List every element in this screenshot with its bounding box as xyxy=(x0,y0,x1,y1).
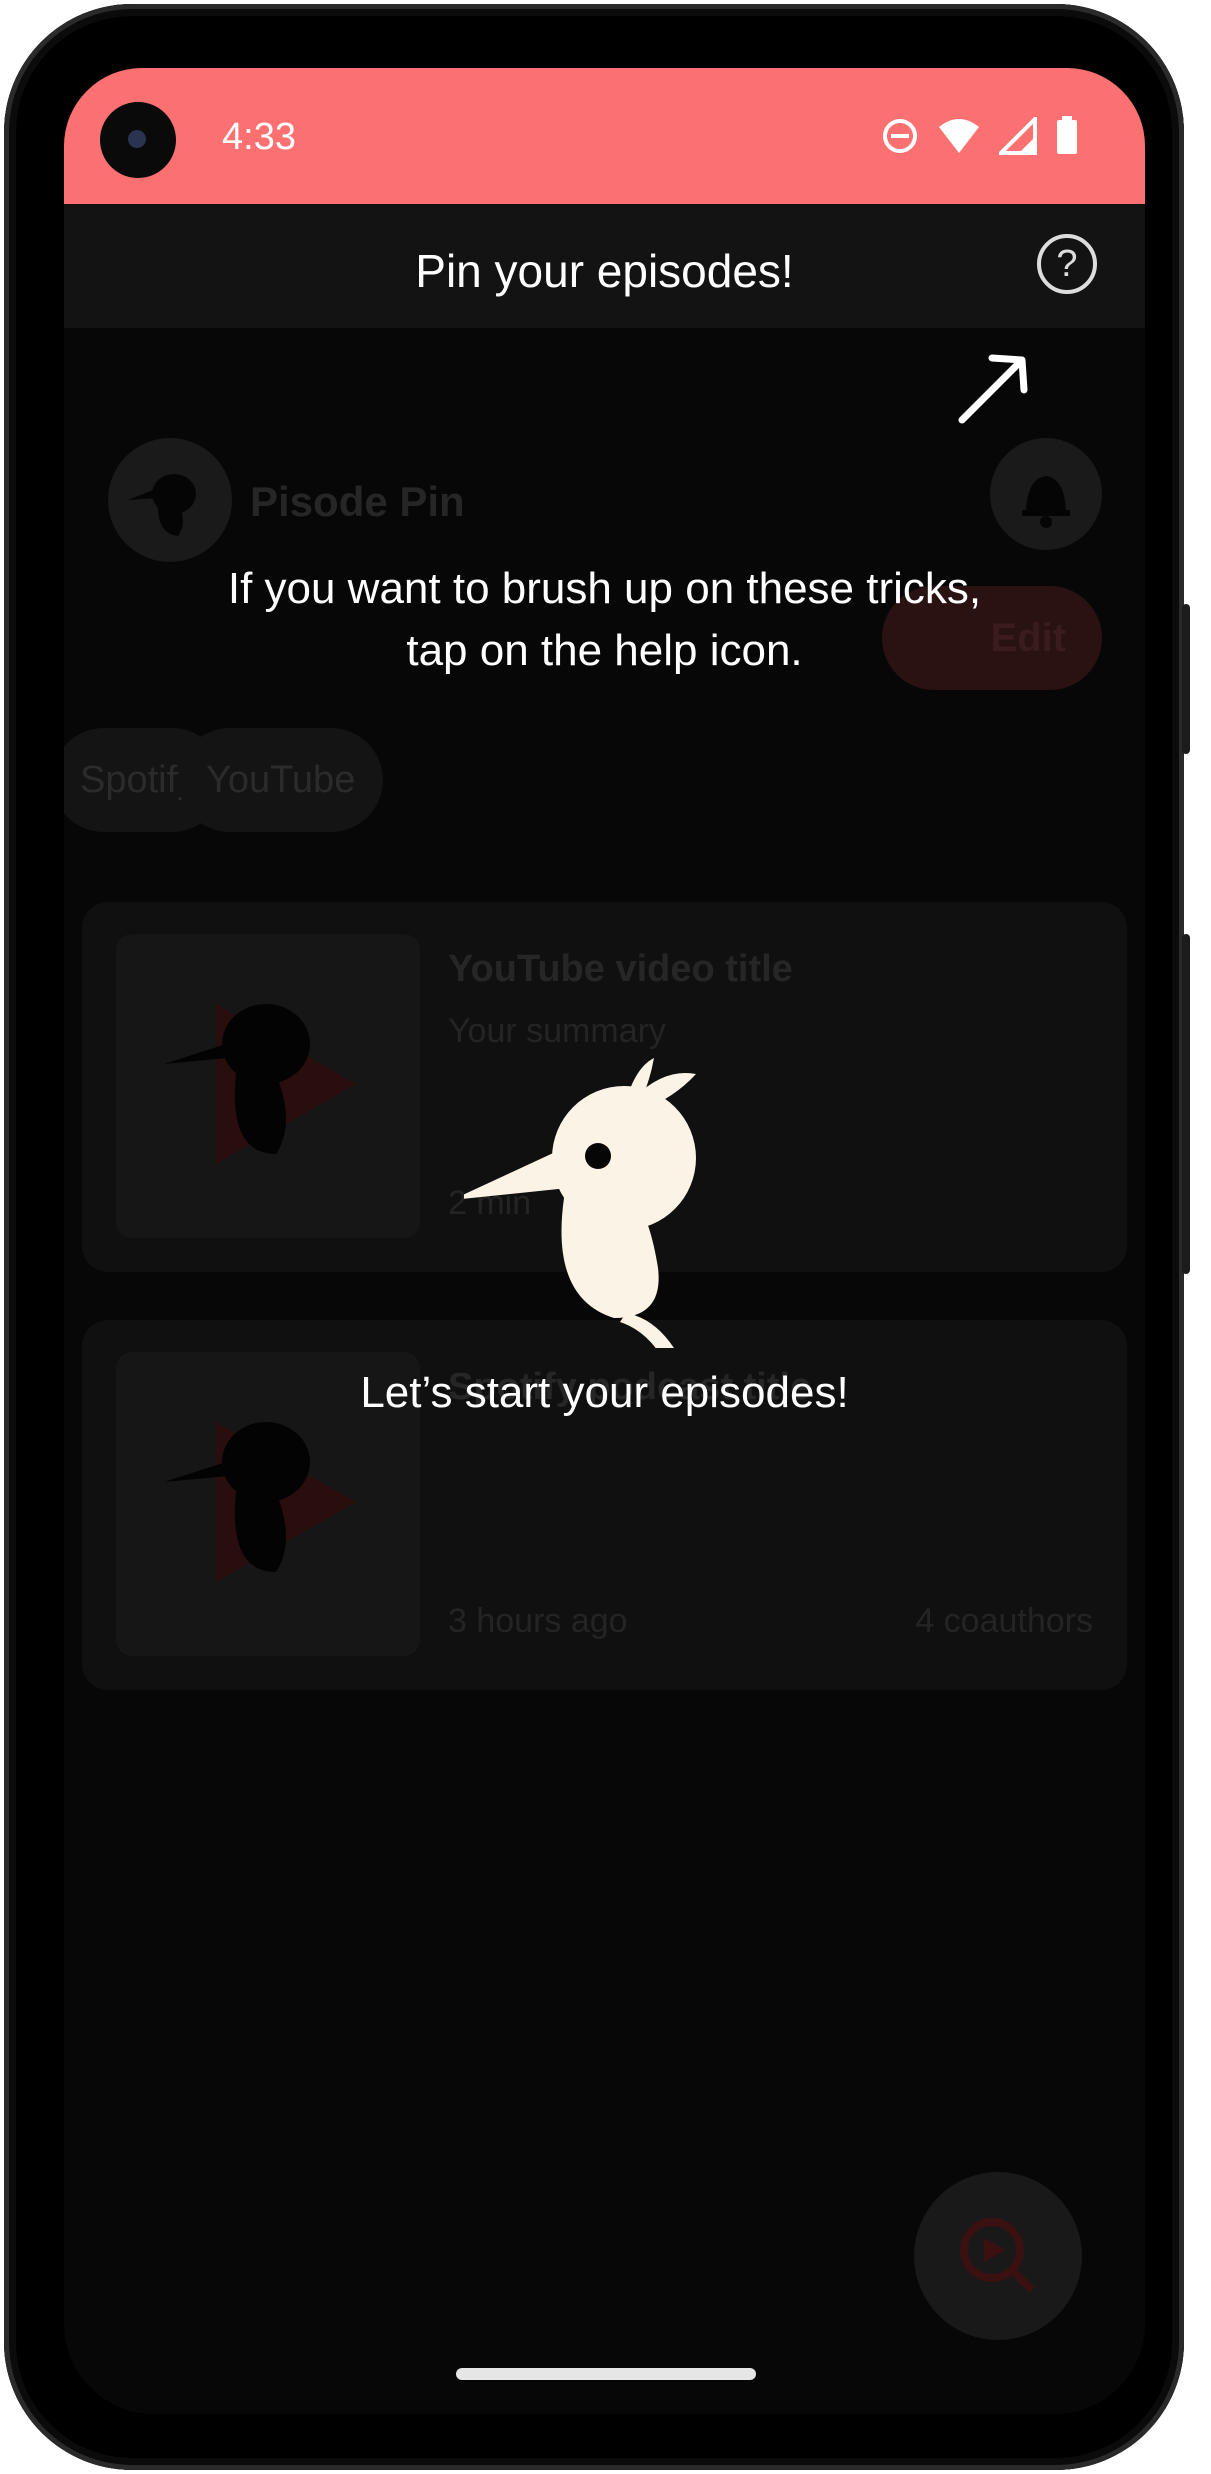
chip-youtube[interactable]: YouTube xyxy=(178,728,384,832)
coach-tip-line: tap on the help icon. xyxy=(406,626,803,675)
coach-title-bar: Pin your episodes! xyxy=(64,204,1145,328)
battery-icon xyxy=(1057,116,1077,154)
home-indicator[interactable] xyxy=(456,2368,756,2380)
signal-icon xyxy=(999,117,1037,155)
volume-button xyxy=(1182,934,1190,1274)
status-icons xyxy=(881,116,1079,156)
page-title: Pin your episodes! xyxy=(415,245,794,297)
mascot-bird-icon xyxy=(464,1058,696,1348)
episode-coauthors: 4 coauthors xyxy=(915,1602,1093,1640)
coach-tip-text: If you want to brush up on these tricks,… xyxy=(64,558,1145,682)
coach-tip-line: If you want to brush up on these tricks, xyxy=(227,564,982,613)
status-time: 4:33 xyxy=(222,116,296,158)
app-logo-avatar xyxy=(108,438,232,562)
search-play-icon xyxy=(960,2218,1035,2293)
notification-button[interactable] xyxy=(990,438,1102,550)
bird-thumbnail-icon xyxy=(164,1004,356,1164)
welcome-text: Let’s start your episodes! xyxy=(360,1368,849,1417)
power-button xyxy=(1182,604,1190,754)
bell-icon xyxy=(1022,476,1070,528)
episode-time: 3 hours ago xyxy=(448,1602,628,1640)
episode-thumbnail xyxy=(116,934,420,1238)
bird-logo-icon xyxy=(128,474,196,536)
arrow-up-right-icon xyxy=(958,354,1028,424)
search-episode-fab[interactable] xyxy=(914,2172,1082,2340)
do-not-disturb-icon xyxy=(883,119,917,153)
status-bar: 4:33 xyxy=(64,68,1145,204)
help-icon[interactable]: ? xyxy=(1037,234,1097,294)
episode-title: YouTube video title xyxy=(448,948,793,990)
app-name: Pisode Pin xyxy=(250,478,465,525)
phone-frame: 4:33 Pin your episodes! ? Pisode Pin Edi… xyxy=(4,4,1190,2470)
wifi-icon xyxy=(939,119,979,153)
screen: 4:33 Pin your episodes! ? Pisode Pin Edi… xyxy=(64,68,1145,2414)
front-camera xyxy=(100,102,176,178)
